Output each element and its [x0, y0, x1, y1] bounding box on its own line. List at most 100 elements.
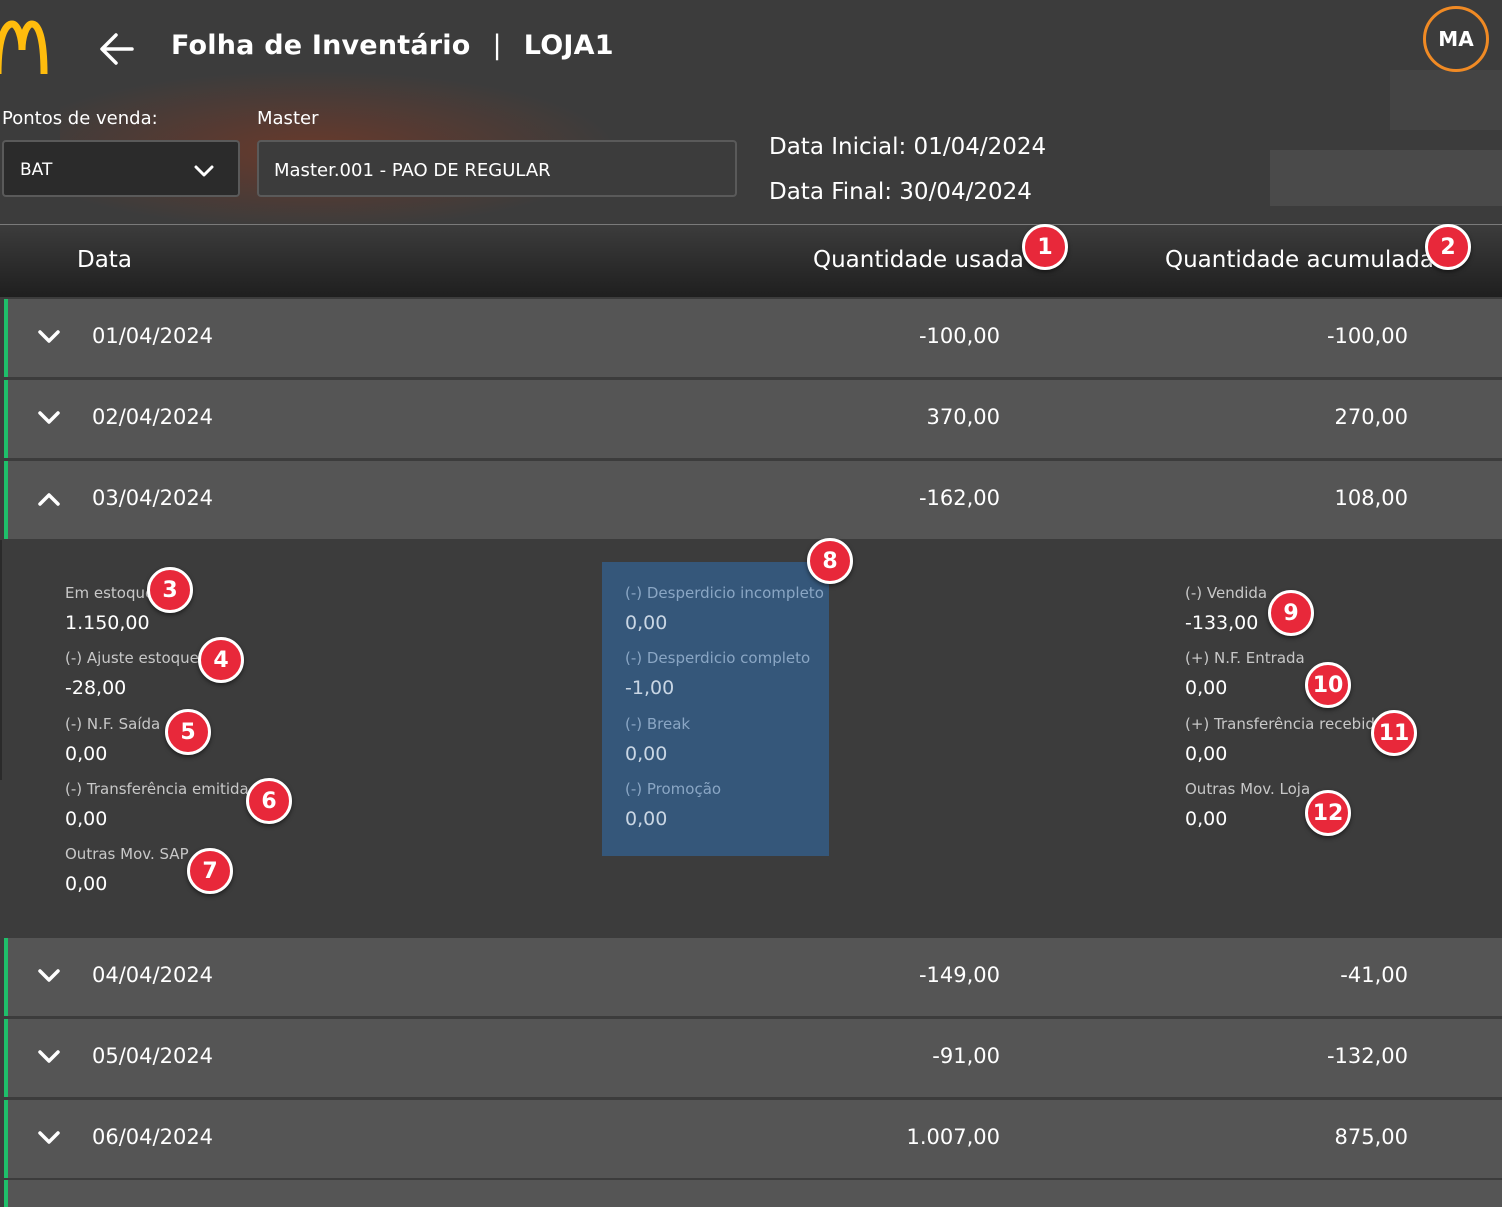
detail-item-waste-complete: (-) Desperdicio completo -1,00 [625, 649, 810, 699]
row-used: -100,00 [918, 324, 1000, 348]
avatar[interactable]: MA [1423, 6, 1489, 72]
chevron-down-icon[interactable] [38, 1130, 60, 1149]
detail-item-sold: (-) Vendida -133,00 [1185, 584, 1267, 634]
detail-label: (-) N.F. Saída [65, 715, 161, 733]
detail-item-promotion: (-) Promoção 0,00 [625, 780, 721, 830]
page-title-text: Folha de Inventário [171, 30, 471, 61]
annotation-badge: 6 [246, 778, 292, 824]
table-row[interactable]: 05/04/2024 -91,00 -132,00 [4, 1019, 1502, 1097]
top-bar: Folha de Inventário | LOJA1 MA [0, 0, 1502, 100]
detail-value: 1.150,00 [65, 612, 150, 634]
row-used: -149,00 [918, 963, 1000, 987]
title-separator: | [492, 30, 502, 61]
chevron-down-icon[interactable] [38, 329, 60, 348]
table-row[interactable]: 01/04/2024 -100,00 -100,00 [4, 299, 1502, 377]
master-label: Master [257, 108, 319, 129]
detail-value: -133,00 [1185, 612, 1259, 634]
detail-label: Outras Mov. Loja [1185, 780, 1311, 798]
detail-value: 0,00 [625, 743, 668, 765]
detail-value: 0,00 [65, 808, 108, 830]
table-row-expanded[interactable]: 03/04/2024 -162,00 108,00 [4, 461, 1502, 539]
detail-value: -28,00 [65, 677, 127, 699]
pos-select[interactable]: BAT [2, 140, 240, 197]
row-accumulated: -100,00 [1326, 324, 1408, 348]
detail-item-nf-out: (-) N.F. Saída 0,00 [65, 715, 160, 765]
detail-label: (-) Vendida [1185, 584, 1268, 602]
row-date: 04/04/2024 [92, 963, 214, 987]
row-used: -162,00 [918, 486, 1000, 510]
chevron-down-icon[interactable] [38, 410, 60, 429]
highlight-waste-box: (-) Desperdicio incompleto 0,00 (-) Desp… [602, 562, 829, 856]
detail-label: (-) Transferência emitida [65, 780, 249, 798]
annotation-badge: 1 [1022, 224, 1068, 270]
annotation-badge: 2 [1425, 224, 1471, 270]
detail-value: 0,00 [625, 612, 668, 634]
pos-select-value: BAT [20, 160, 53, 180]
detail-value: 0,00 [1185, 677, 1228, 699]
chevron-up-icon[interactable] [38, 491, 60, 510]
row-accumulated: 270,00 [1334, 405, 1408, 429]
detail-value: 0,00 [1185, 808, 1228, 830]
detail-edge [0, 540, 2, 780]
row-date: 01/04/2024 [92, 324, 214, 348]
detail-label: (+) Transferência recebida [1185, 715, 1385, 733]
detail-label: (-) Desperdicio incompleto [625, 584, 824, 602]
detail-value: -1,00 [625, 677, 675, 699]
row-accumulated: 108,00 [1334, 486, 1408, 510]
master-field[interactable]: Master.001 - PAO DE REGULAR [257, 140, 737, 197]
page-title: Folha de Inventário | LOJA1 [171, 30, 614, 61]
annotation-badge: 9 [1268, 590, 1314, 636]
annotation-badge: 11 [1371, 710, 1417, 756]
table-header: Data Quantidade usada Quantidade acumula… [0, 225, 1502, 297]
detail-label: Outras Mov. SAP [65, 845, 189, 863]
row-used: 370,00 [926, 405, 1000, 429]
table-row[interactable]: 06/04/2024 1.007,00 875,00 [4, 1100, 1502, 1178]
chevron-down-icon [194, 163, 214, 182]
table-row-partial[interactable] [4, 1180, 1502, 1207]
column-header-used: Quantidade usada [813, 247, 1024, 273]
row-used: 1.007,00 [906, 1125, 1000, 1149]
mcdonalds-arches-icon[interactable] [0, 20, 50, 80]
detail-label: (-) Promoção [625, 780, 722, 798]
background-blur-block [1270, 150, 1502, 206]
annotation-badge: 7 [187, 848, 233, 894]
detail-label: (-) Ajuste estoque [65, 649, 199, 667]
column-header-date: Data [77, 247, 132, 273]
detail-item-nf-in: (+) N.F. Entrada 0,00 [1185, 649, 1305, 699]
arrow-left-icon[interactable] [98, 30, 136, 72]
column-header-accumulated: Quantidade acumulada [1165, 247, 1434, 273]
detail-item-in-stock: Em estoque 1.150,00 [65, 584, 154, 634]
detail-item-other-sap: Outras Mov. SAP 0,00 [65, 845, 189, 895]
detail-item-break: (-) Break 0,00 [625, 715, 690, 765]
detail-value: 0,00 [1185, 743, 1228, 765]
annotation-badge: 4 [198, 637, 244, 683]
annotation-badge: 8 [807, 538, 853, 584]
chevron-down-icon[interactable] [38, 1049, 60, 1068]
annotation-badge: 3 [147, 567, 193, 613]
chevron-down-icon[interactable] [38, 968, 60, 987]
start-date: Data Inicial: 01/04/2024 [769, 134, 1047, 160]
detail-item-other-store: Outras Mov. Loja 0,00 [1185, 780, 1310, 830]
row-date: 03/04/2024 [92, 486, 214, 510]
row-used: -91,00 [932, 1044, 1000, 1068]
end-date: Data Final: 30/04/2024 [769, 179, 1032, 205]
detail-label: (+) N.F. Entrada [1185, 649, 1305, 667]
detail-value: 0,00 [65, 873, 108, 895]
detail-label: (-) Break [625, 715, 691, 733]
row-date: 02/04/2024 [92, 405, 214, 429]
row-accumulated: 875,00 [1334, 1125, 1408, 1149]
annotation-badge: 5 [165, 709, 211, 755]
row-date: 06/04/2024 [92, 1125, 214, 1149]
detail-value: 0,00 [625, 808, 668, 830]
table-row[interactable]: 04/04/2024 -149,00 -41,00 [4, 938, 1502, 1016]
row-date: 05/04/2024 [92, 1044, 214, 1068]
row-accumulated: -41,00 [1340, 963, 1408, 987]
master-field-value: Master.001 - PAO DE REGULAR [274, 160, 551, 181]
pos-label: Pontos de venda: [2, 108, 158, 129]
detail-item-transfer-sent: (-) Transferência emitida 0,00 [65, 780, 249, 830]
annotation-badge: 12 [1305, 790, 1351, 836]
detail-item-waste-incomplete: (-) Desperdicio incompleto 0,00 [625, 584, 824, 634]
detail-label: Em estoque [65, 584, 155, 602]
row-accumulated: -132,00 [1326, 1044, 1408, 1068]
table-row[interactable]: 02/04/2024 370,00 270,00 [4, 380, 1502, 458]
